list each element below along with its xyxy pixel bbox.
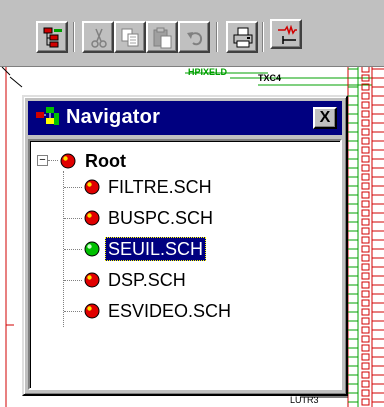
pin-box (361, 362, 370, 370)
close-button[interactable]: X (313, 107, 337, 129)
pin-box (361, 353, 370, 361)
copy-button[interactable] (114, 21, 146, 53)
status-red-icon (84, 179, 100, 195)
cut-button[interactable] (82, 21, 114, 53)
pin-box (361, 200, 370, 208)
hierarchy-tree[interactable]: − Root FILTRE.SCH BUSPC.SCH SEUIL.SCH DSP.S… (28, 139, 342, 390)
copy-icon (121, 28, 139, 47)
tree-connector (48, 160, 58, 161)
cut-icon (91, 28, 107, 48)
pin-box (361, 389, 370, 397)
pin-box (361, 164, 370, 172)
pin-box (361, 191, 370, 199)
toolbar-separator (216, 22, 218, 52)
net-label: HPIXELD (188, 67, 228, 77)
navigator-title-bar[interactable]: Navigator X (28, 101, 342, 135)
navigator-title: Navigator (66, 106, 161, 128)
pin-box (361, 119, 370, 127)
status-red-icon (84, 210, 100, 226)
tree-node-label: Root (85, 151, 126, 171)
tree-node[interactable]: DSP.SCH (82, 268, 322, 292)
hierarchy-icon (43, 27, 62, 48)
tree-node[interactable]: FILTRE.SCH (82, 175, 322, 199)
tree-node[interactable]: SEUIL.SCH (82, 237, 322, 261)
pin-box (361, 218, 370, 226)
tree-node-label: BUSPC.SCH (108, 208, 214, 228)
pin-box (361, 128, 370, 136)
status-red-icon (84, 303, 100, 319)
pin-box (361, 371, 370, 379)
pin-box (361, 380, 370, 388)
pin-box (361, 317, 370, 325)
tree-node-label: SEUIL.SCH (105, 237, 207, 261)
status-red-icon (60, 153, 76, 169)
pin-box (361, 290, 370, 298)
pin-box (361, 236, 370, 244)
pin-box (361, 146, 370, 154)
hierarchy-button[interactable] (36, 21, 68, 53)
wire-button[interactable] (270, 19, 302, 49)
pin-box (361, 92, 370, 100)
toolbar-separator (73, 22, 75, 52)
pin-box (361, 344, 370, 352)
pin-box (361, 308, 370, 316)
undo-button[interactable] (178, 21, 210, 53)
navigator-window: Navigator X − Root FILTRE.SCH BUSPC.SCH SE… (22, 95, 348, 396)
tree-connector (64, 249, 82, 250)
tree-connector (64, 280, 82, 281)
wire-icon (278, 25, 297, 44)
tree-node-label: DSP.SCH (108, 270, 186, 290)
status-green-icon (84, 241, 100, 257)
paste-icon (153, 27, 172, 49)
pin-box (361, 110, 370, 118)
close-icon: X (319, 109, 331, 126)
pin-box (361, 173, 370, 181)
pin-box (361, 299, 370, 307)
pin-box (361, 263, 370, 271)
tree-connector (64, 218, 82, 219)
pin-box (361, 281, 370, 289)
pin-box (361, 209, 370, 217)
pin-box (361, 182, 370, 190)
status-red-icon (84, 272, 100, 288)
tree-connector (64, 187, 82, 188)
pin-box (361, 254, 370, 262)
pin-box (361, 101, 370, 109)
paste-button[interactable] (146, 21, 178, 53)
toolbar-separator (262, 22, 264, 52)
pin-box (361, 272, 370, 280)
tree-node[interactable]: ESVIDEO.SCH (82, 299, 322, 323)
navigator-app-icon (36, 107, 59, 125)
pin-box (361, 398, 370, 406)
tree-node-root[interactable]: Root (58, 149, 258, 173)
net-label: TXC4 (258, 73, 281, 83)
print-button[interactable] (226, 21, 258, 53)
toolbar (0, 0, 384, 67)
tree-node-label: FILTRE.SCH (108, 177, 212, 197)
pin-box (361, 335, 370, 343)
pin-box (361, 67, 370, 73)
tree-connector (64, 311, 82, 312)
pin-box (361, 137, 370, 145)
collapse-toggle[interactable]: − (37, 155, 48, 166)
pin-box (361, 155, 370, 163)
print-icon (233, 27, 253, 48)
pin-box (361, 245, 370, 253)
connector-pins (348, 67, 384, 406)
pin-box (361, 326, 370, 334)
pin-box (361, 227, 370, 235)
undo-icon (187, 32, 203, 46)
tree-node[interactable]: BUSPC.SCH (82, 206, 322, 230)
tree-node-label: ESVIDEO.SCH (108, 301, 232, 321)
